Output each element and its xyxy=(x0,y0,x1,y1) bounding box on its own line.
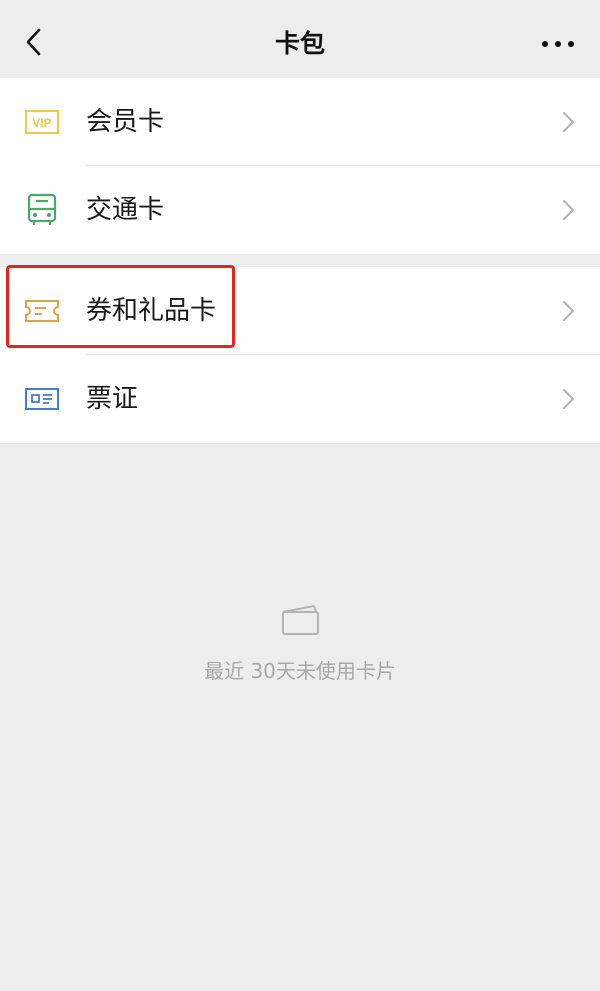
page-title: 卡包 xyxy=(274,29,325,58)
chevron-right-icon xyxy=(563,389,574,409)
empty-state-text: 最近 30天未使用卡片 xyxy=(204,659,396,683)
bus-icon xyxy=(24,192,60,228)
list-item-label: 票证 xyxy=(86,384,139,414)
list-item-member-card[interactable]: VIP 会员卡 xyxy=(0,78,600,166)
card-outline-icon xyxy=(282,605,319,635)
chevron-right-icon xyxy=(563,301,574,321)
list-item-label: 会员卡 xyxy=(86,107,165,137)
list-item-label: 交通卡 xyxy=(86,195,165,225)
more-horizontal-icon xyxy=(542,41,574,47)
list-item-transit-card[interactable]: 交通卡 xyxy=(0,166,600,254)
svg-text:VIP: VIP xyxy=(32,116,51,130)
card-group-1: VIP 会员卡 交通卡 xyxy=(0,78,600,254)
navigation-bar: 卡包 xyxy=(0,0,600,78)
id-card-icon xyxy=(24,381,60,417)
vip-card-icon: VIP xyxy=(24,104,60,140)
chevron-right-icon xyxy=(563,112,574,132)
highlight-box xyxy=(6,265,235,348)
more-button[interactable] xyxy=(538,24,578,64)
list-item-tickets-ids[interactable]: 票证 xyxy=(0,355,600,443)
chevron-right-icon xyxy=(563,200,574,220)
